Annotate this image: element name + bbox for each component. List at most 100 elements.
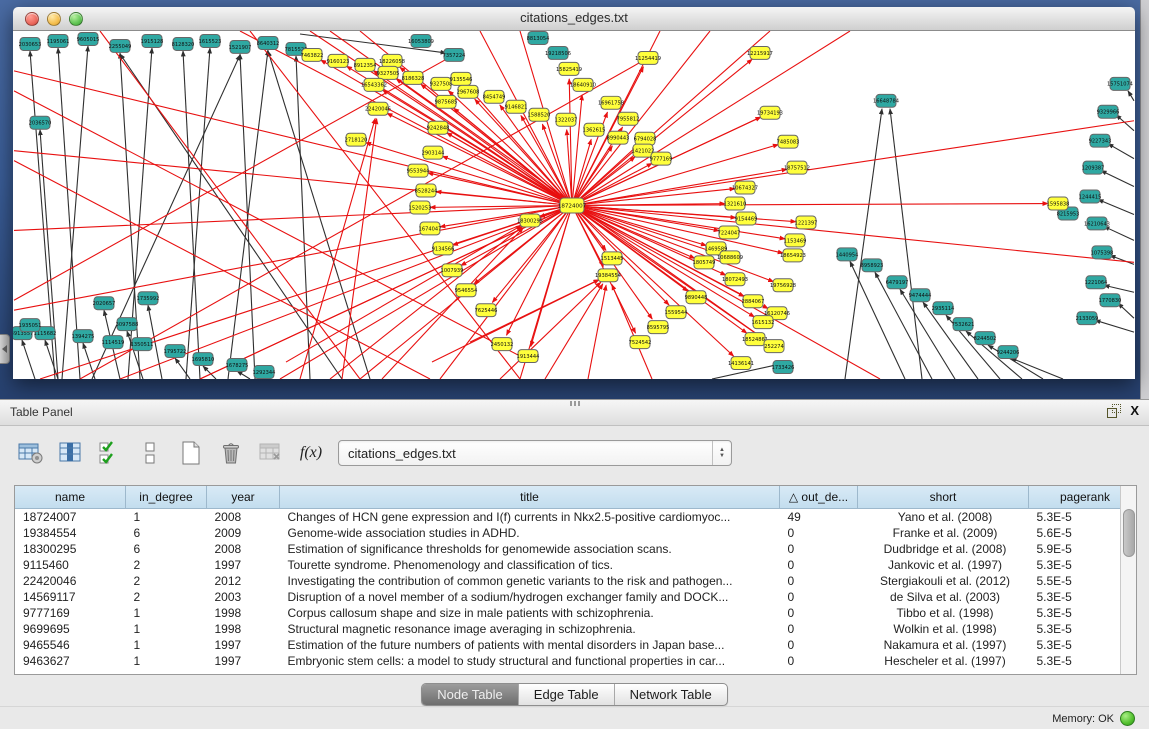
table-cell[interactable]: 1998 <box>207 605 280 621</box>
delete-entries-icon[interactable] <box>218 439 244 467</box>
table-header[interactable]: namein_degreeyeartitle△ out_de...shortpa… <box>15 486 1137 509</box>
table-row[interactable]: 1456911722003Disruption of a novel membe… <box>15 589 1137 605</box>
table-row[interactable]: 911546021997Tourette syndrome. Phenomeno… <box>15 557 1137 573</box>
table-cell[interactable]: 1997 <box>207 557 280 573</box>
table-cell[interactable]: 2 <box>126 573 207 589</box>
table-row[interactable]: 977716911998Corpus callosum shape and si… <box>15 605 1137 621</box>
column-header-in_degree[interactable]: in_degree <box>126 486 207 509</box>
table-cell[interactable]: Tourette syndrome. Phenomenology and cla… <box>280 557 780 573</box>
table-cell[interactable]: Dudbridge et al. (2008) <box>858 541 1029 557</box>
table-row[interactable]: 1830029562008Estimation of significance … <box>15 541 1137 557</box>
table-cell[interactable]: Changes of HCN gene expression and I(f) … <box>280 509 780 526</box>
column-header-out_de[interactable]: △ out_de... <box>780 486 858 509</box>
close-panel-icon[interactable]: X <box>1130 404 1139 417</box>
table-settings-icon[interactable] <box>18 439 44 467</box>
table-cell[interactable]: 9699695 <box>15 621 126 637</box>
table-cell[interactable]: 1 <box>126 509 207 526</box>
collapse-left-panel-handle[interactable] <box>0 334 10 364</box>
table-cell[interactable]: Genome-wide association studies in ADHD. <box>280 525 780 541</box>
table-cell[interactable]: 0 <box>780 605 858 621</box>
table-cell[interactable]: 9463627 <box>15 653 126 669</box>
table-cell[interactable]: Wolkin et al. (1998) <box>858 621 1029 637</box>
table-cell[interactable]: Structural magnetic resonance image aver… <box>280 621 780 637</box>
select-all-icon[interactable] <box>98 439 124 467</box>
table-cell[interactable]: 0 <box>780 525 858 541</box>
table-cell[interactable]: 22420046 <box>15 573 126 589</box>
select-columns-icon[interactable] <box>58 439 84 467</box>
table-cell[interactable]: 0 <box>780 653 858 669</box>
table-cell[interactable]: 1 <box>126 621 207 637</box>
window-titlebar[interactable]: citations_edges.txt <box>13 7 1135 31</box>
table-cell[interactable]: 1 <box>126 637 207 653</box>
table-cell[interactable]: 1997 <box>207 653 280 669</box>
table-cell[interactable]: Corpus callosum shape and size in male p… <box>280 605 780 621</box>
table-row[interactable]: 1872400712008Changes of HCN gene express… <box>15 509 1137 526</box>
table-cell[interactable]: 0 <box>780 557 858 573</box>
table-body[interactable]: 1872400712008Changes of HCN gene express… <box>15 509 1137 670</box>
table-cell[interactable]: 0 <box>780 541 858 557</box>
new-table-icon[interactable] <box>178 439 204 467</box>
table-selector-combobox[interactable]: citations_edges.txt ▲▼ <box>338 440 732 466</box>
table-cell[interactable]: Estimation of significance thresholds fo… <box>280 541 780 557</box>
table-cell[interactable]: 1998 <box>207 621 280 637</box>
table-cell[interactable]: 2 <box>126 589 207 605</box>
table-cell[interactable]: Franke et al. (2009) <box>858 525 1029 541</box>
table-cell[interactable]: 6 <box>126 541 207 557</box>
memory-ok-indicator[interactable] <box>1120 711 1135 726</box>
table-cell[interactable]: 2012 <box>207 573 280 589</box>
table-cell[interactable]: Disruption of a novel member of a sodium… <box>280 589 780 605</box>
column-header-short[interactable]: short <box>858 486 1029 509</box>
table-row[interactable]: 969969511998Structural magnetic resonanc… <box>15 621 1137 637</box>
table-row[interactable]: 946362711997Embryonic stem cells: a mode… <box>15 653 1137 669</box>
table-cell[interactable]: 0 <box>780 621 858 637</box>
panel-divider-grip[interactable] <box>570 401 582 406</box>
table-cell[interactable]: 2008 <box>207 509 280 526</box>
svg-text:8958923: 8958923 <box>861 263 884 269</box>
table-cell[interactable]: 1997 <box>207 637 280 653</box>
table-cell[interactable]: Embryonic stem cells: a model to study s… <box>280 653 780 669</box>
table-row[interactable]: 1938455462009Genome-wide association stu… <box>15 525 1137 541</box>
table-cell[interactable]: 49 <box>780 509 858 526</box>
function-builder-icon[interactable]: f(x) <box>298 439 324 467</box>
table-cell[interactable]: 2009 <box>207 525 280 541</box>
table-row[interactable]: 2242004622012Investigating the contribut… <box>15 573 1137 589</box>
table-cell[interactable]: Yano et al. (2008) <box>858 509 1029 526</box>
tab-edge-table[interactable]: Edge Table <box>518 684 614 705</box>
table-cell[interactable]: 2 <box>126 557 207 573</box>
tab-node-table[interactable]: Node Table <box>422 684 518 705</box>
table-cell[interactable]: 2003 <box>207 589 280 605</box>
table-cell[interactable]: 0 <box>780 573 858 589</box>
column-header-year[interactable]: year <box>207 486 280 509</box>
table-cell[interactable]: 18300295 <box>15 541 126 557</box>
table-cell[interactable]: 9465546 <box>15 637 126 653</box>
table-cell[interactable]: 18724007 <box>15 509 126 526</box>
table-vertical-scrollbar[interactable] <box>1120 486 1136 674</box>
table-cell[interactable]: 9115460 <box>15 557 126 573</box>
table-cell[interactable]: 14569117 <box>15 589 126 605</box>
table-cell[interactable]: de Silva et al. (2003) <box>858 589 1029 605</box>
table-cell[interactable]: 6 <box>126 525 207 541</box>
table-cell[interactable]: 0 <box>780 589 858 605</box>
table-cell[interactable]: Estimation of the future numbers of pati… <box>280 637 780 653</box>
table-cell[interactable]: Investigating the contribution of common… <box>280 573 780 589</box>
table-cell[interactable]: Tibbo et al. (1998) <box>858 605 1029 621</box>
table-cell[interactable]: Nakamura et al. (1997) <box>858 637 1029 653</box>
column-header-title[interactable]: title <box>280 486 780 509</box>
scrollbar-thumb[interactable] <box>1123 509 1135 557</box>
table-cell[interactable]: 1 <box>126 605 207 621</box>
table-cell[interactable]: 0 <box>780 637 858 653</box>
table-cell[interactable]: 19384554 <box>15 525 126 541</box>
table-cell[interactable]: Stergiakouli et al. (2012) <box>858 573 1029 589</box>
delete-table-icon[interactable] <box>258 439 284 467</box>
table-row[interactable]: 946554611997Estimation of the future num… <box>15 637 1137 653</box>
table-cell[interactable]: 1 <box>126 653 207 669</box>
column-header-name[interactable]: name <box>15 486 126 509</box>
table-cell[interactable]: Hescheler et al. (1997) <box>858 653 1029 669</box>
table-cell[interactable]: 2008 <box>207 541 280 557</box>
table-cell[interactable]: 9777169 <box>15 605 126 621</box>
deselect-all-icon[interactable] <box>138 439 164 467</box>
float-panel-icon[interactable] <box>1107 404 1120 417</box>
tab-network-table[interactable]: Network Table <box>614 684 727 705</box>
network-canvas[interactable]: 2030653119506196050152255049191512881283… <box>13 31 1135 379</box>
table-cell[interactable]: Jankovic et al. (1997) <box>858 557 1029 573</box>
